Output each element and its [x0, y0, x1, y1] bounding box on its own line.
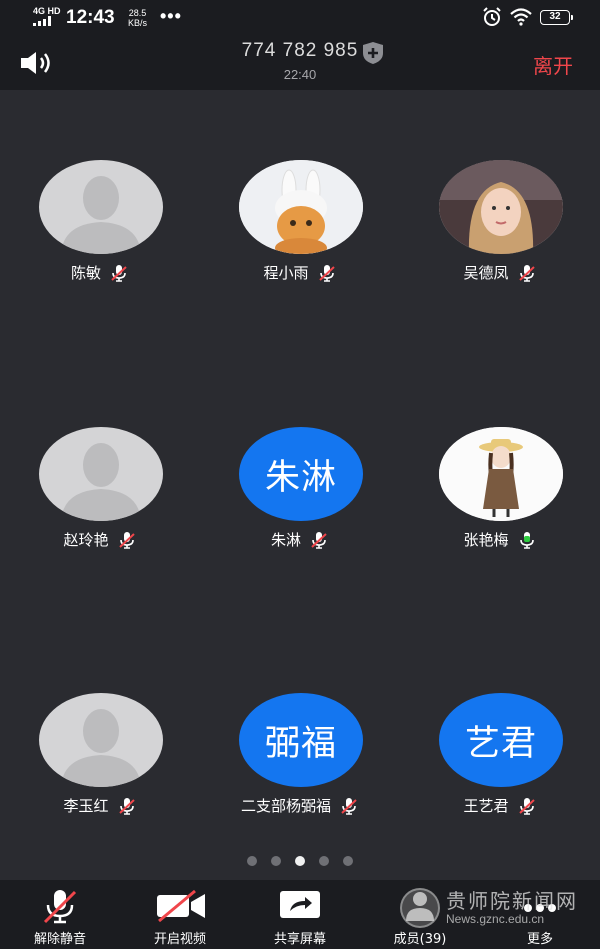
text-avatar: 朱淋 [239, 427, 363, 521]
participant-tile[interactable]: 朱淋 朱淋 [210, 427, 390, 577]
cat-photo-avatar [239, 160, 363, 254]
notification-dots: ••• [160, 6, 182, 26]
mic-muted-icon [341, 797, 357, 815]
participant-name: 朱淋 [270, 531, 301, 549]
start-video-button[interactable]: 开启视频 [120, 880, 240, 949]
status-bar: 4G HD 12:43 28.5 KB/s ••• 32 [0, 0, 600, 34]
mic-muted-icon [518, 797, 535, 815]
avatar-text: 朱淋 [264, 457, 337, 498]
participant-name: 张艳梅 [463, 531, 509, 549]
watermark-url: News.gznc.edu.cn [446, 912, 545, 926]
alarm-icon [483, 7, 501, 26]
participant-name: 吴德凤 [463, 264, 509, 282]
status-time: 12:43 [66, 7, 115, 28]
share-screen-button[interactable]: 共享屏幕 [240, 880, 360, 949]
meeting-header: 774 782 985 22:40 离开 [0, 34, 600, 90]
mic-muted-icon [518, 264, 535, 282]
battery-icon: 32 [540, 9, 573, 25]
unmute-button[interactable]: 解除静音 [0, 880, 120, 949]
network-indicator: 4G HD [33, 6, 61, 16]
default-avatar [39, 160, 163, 254]
network-speed: 28.5 KB/s [128, 8, 147, 28]
mic-muted-icon [118, 797, 135, 815]
page-dot[interactable] [271, 856, 281, 866]
participant-tile[interactable]: 弼福 二支部杨弼福 [210, 693, 390, 843]
watermark-logo [400, 888, 440, 928]
page-dot-active[interactable] [295, 856, 305, 866]
participant-name: 二支部杨弼福 [240, 797, 331, 815]
mic-active-icon [519, 531, 534, 549]
speed-value: 28.5 [128, 8, 147, 18]
participant-name: 陈敏 [70, 264, 101, 282]
share-screen-label: 共享屏幕 [273, 932, 326, 947]
page-dot[interactable] [343, 856, 353, 866]
more-label: 更多 [526, 932, 553, 947]
participant-name: 李玉红 [63, 797, 109, 815]
default-avatar [39, 693, 163, 787]
share-screen-icon [280, 891, 320, 918]
page-dot[interactable] [247, 856, 257, 866]
participant-tile[interactable]: 艺君 王艺君 [410, 693, 590, 843]
participant-name: 赵玲艳 [63, 531, 109, 549]
speed-unit: KB/s [128, 18, 148, 28]
text-avatar: 艺君 [439, 693, 563, 787]
mic-muted-icon [311, 531, 327, 549]
mic-off-icon [43, 890, 77, 924]
text-avatar: 弼福 [239, 693, 363, 787]
mic-muted-icon [318, 264, 335, 282]
participant-tile[interactable]: 陈敏 [10, 160, 190, 310]
cartoon-avatar [439, 427, 563, 521]
wifi-icon [510, 8, 532, 26]
default-avatar [39, 427, 163, 521]
start-video-label: 开启视频 [153, 932, 206, 947]
page-dot[interactable] [319, 856, 329, 866]
leave-button[interactable]: 离开 [533, 50, 573, 79]
participant-grid: 陈敏 程小雨 吴德凤 赵玲艳 朱淋 朱淋 张艳梅 李玉红 弼福 二支部杨弼福 艺… [0, 90, 600, 880]
avatar-text: 弼福 [264, 723, 337, 764]
participant-name: 程小雨 [263, 264, 309, 282]
watermark-title: 贵师院新闻网 [446, 889, 578, 913]
shield-icon[interactable] [361, 41, 385, 65]
video-off-icon [157, 889, 205, 923]
meeting-id[interactable]: 774 782 985 [0, 40, 600, 62]
signal-icon [33, 16, 51, 26]
participant-tile[interactable]: 张艳梅 [410, 427, 590, 577]
participant-tile[interactable]: 程小雨 [210, 160, 390, 310]
participant-name: 王艺君 [463, 797, 509, 815]
members-label: 成员(39) [393, 932, 447, 947]
participant-tile[interactable]: 吴德凤 [410, 160, 590, 310]
mic-muted-icon [118, 531, 135, 549]
unmute-label: 解除静音 [33, 932, 86, 947]
participant-tile[interactable]: 李玉红 [10, 693, 190, 843]
girl-photo-avatar [439, 160, 563, 254]
meeting-duration: 22:40 [283, 67, 317, 82]
avatar-text: 艺君 [464, 723, 537, 764]
mic-muted-icon [111, 264, 127, 282]
news-watermark: 贵师院新闻网 News.gznc.edu.cn [400, 888, 578, 928]
participant-tile[interactable]: 赵玲艳 [10, 427, 190, 577]
page-indicator[interactable] [0, 856, 600, 876]
